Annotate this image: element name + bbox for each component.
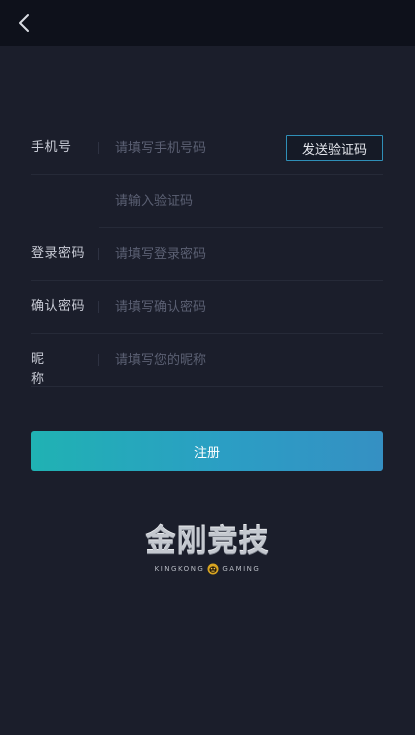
brand-logo: 金刚竞技 KINGKONG GAMING	[140, 524, 275, 576]
register-button[interactable]: 注册	[31, 431, 383, 471]
password-label: 登录密码	[31, 244, 99, 264]
send-code-button[interactable]: 发送验证码	[286, 135, 383, 161]
password-row: 登录密码	[31, 228, 383, 281]
verification-code-input[interactable]	[99, 186, 383, 216]
nickname-input[interactable]	[99, 345, 383, 375]
logo-title: 金刚竞技	[145, 524, 270, 559]
chevron-left-icon	[19, 14, 29, 32]
logo-sub-left: KINGKONG	[154, 565, 205, 573]
nickname-row: 昵称	[31, 334, 383, 387]
confirm-password-row: 确认密码	[31, 281, 383, 334]
nickname-label: 昵称	[31, 350, 99, 387]
password-input[interactable]	[99, 239, 383, 269]
logo-subtitle: KINGKONG GAMING	[140, 562, 275, 576]
phone-label: 手机号	[31, 138, 99, 158]
top-bar	[0, 0, 415, 46]
register-form: 手机号 发送验证码 登录密码 确认密码 昵称	[31, 122, 383, 387]
logo-sub-right: GAMING	[222, 565, 261, 573]
confirm-password-label: 确认密码	[31, 297, 99, 317]
confirm-password-input[interactable]	[99, 292, 383, 322]
phone-row: 手机号 发送验证码	[31, 122, 383, 175]
gorilla-icon	[207, 563, 219, 575]
back-button[interactable]	[10, 9, 38, 37]
code-row	[99, 175, 383, 228]
